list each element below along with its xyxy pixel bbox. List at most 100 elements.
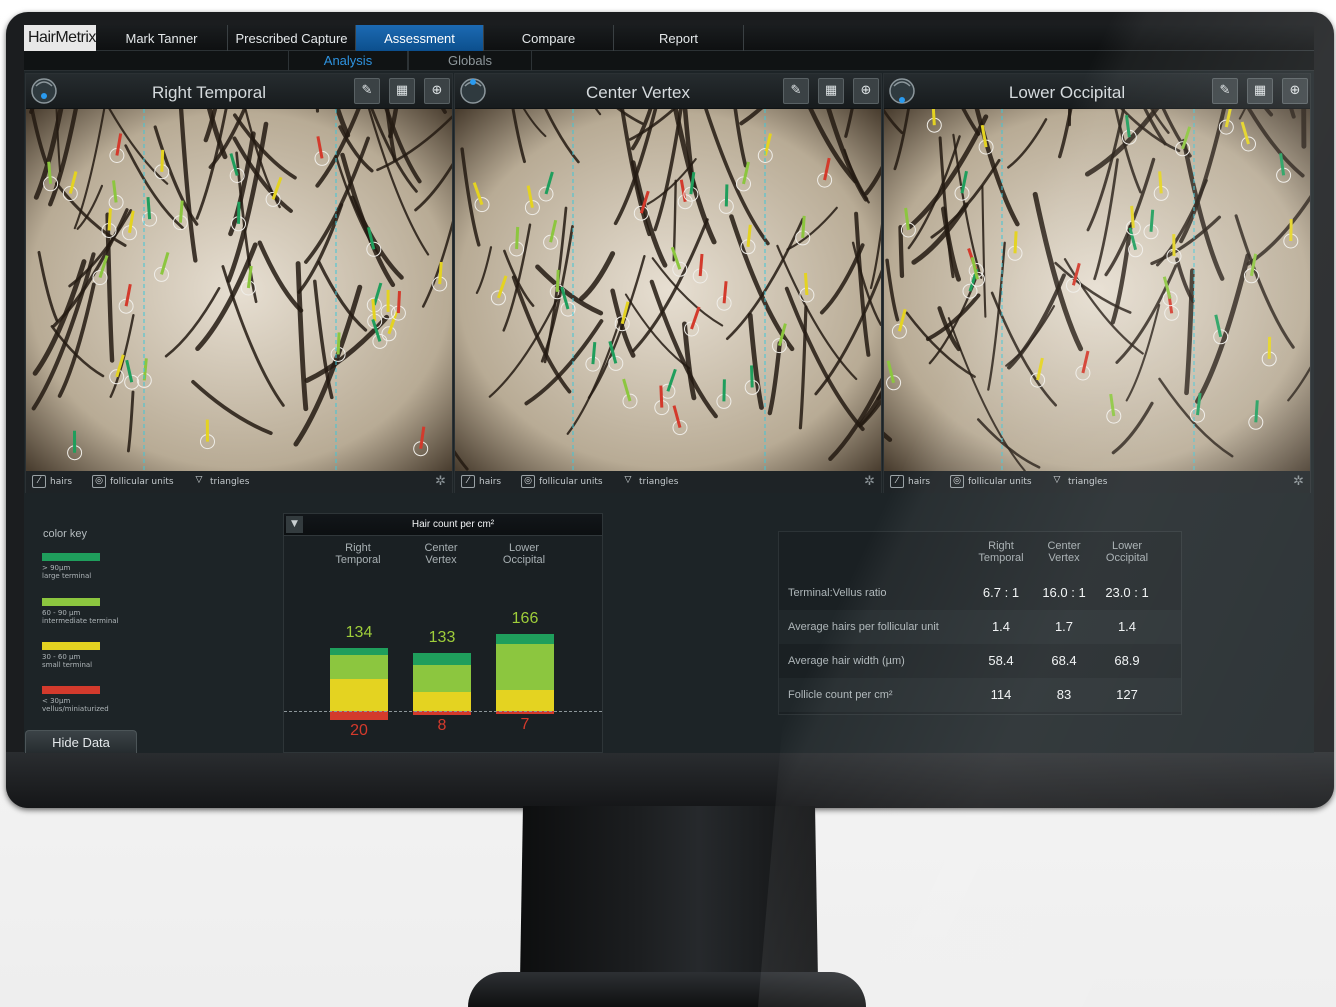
color-key-range: < 30µm bbox=[42, 697, 71, 705]
follicular-units-toggle[interactable]: ◎ follicular units bbox=[92, 471, 174, 493]
color-key-item: 30 - 60 µm small terminal bbox=[42, 642, 162, 669]
color-key-item: 60 - 90 µm intermediate terminal bbox=[42, 598, 162, 625]
table-cell: 68.4 bbox=[1051, 653, 1077, 668]
head-region-icon[interactable] bbox=[459, 76, 487, 106]
sub-nav: Analysis Globals bbox=[24, 51, 1314, 71]
edit-icon[interactable]: ✎ bbox=[1212, 78, 1238, 104]
bar-segment bbox=[413, 691, 471, 711]
panel-toolbar: ⁄ hairs ◎ follicular units ▽ triangles ✲ bbox=[455, 471, 881, 493]
scalp-image[interactable] bbox=[884, 109, 1310, 471]
panel-header: Lower Occipital ✎ ▦ ⊕ bbox=[884, 74, 1310, 108]
color-key-range: 30 - 60 µm bbox=[42, 653, 81, 661]
triangles-toggle[interactable]: ▽ triangles bbox=[1050, 471, 1108, 493]
head-region-icon[interactable] bbox=[888, 76, 916, 106]
column-header: Right Temporal bbox=[978, 540, 1024, 564]
table-cell: 23.0 : 1 bbox=[1105, 585, 1149, 600]
panel-header: Center Vertex ✎ ▦ ⊕ bbox=[455, 74, 881, 108]
table-cell: 127 bbox=[1116, 687, 1138, 702]
panel-header: Right Temporal ✎ ▦ ⊕ bbox=[26, 74, 452, 108]
add-icon[interactable]: ⊕ bbox=[424, 78, 450, 104]
color-key-desc: vellus/miniaturized bbox=[42, 705, 109, 713]
column-header: Center Vertex bbox=[424, 542, 458, 566]
panel-toolbar: ⁄ hairs ◎ follicular units ▽ triangles ✲ bbox=[884, 471, 1310, 493]
image-panel: Right Temporal ✎ ▦ ⊕ ⁄ hairs ◎ follicular un… bbox=[25, 73, 453, 493]
count-total: 173 bbox=[485, 752, 565, 753]
bar-segment bbox=[330, 647, 388, 656]
triangles-icon: ▽ bbox=[624, 475, 632, 485]
follicular-units-icon: ◎ bbox=[950, 475, 964, 488]
table-cell: 83 bbox=[1056, 687, 1072, 702]
triangles-toggle[interactable]: ▽ triangles bbox=[621, 471, 679, 493]
bar-segment bbox=[496, 633, 554, 644]
monitor-stand bbox=[520, 806, 818, 981]
color-key-title: color key bbox=[43, 528, 88, 540]
column-header: Lower Occipital bbox=[502, 542, 546, 566]
table-row: Terminal:Vellus ratio 6.7 : 1 16.0 : 1 2… bbox=[779, 576, 1181, 610]
scalp-image[interactable] bbox=[455, 109, 881, 471]
head-region-icon[interactable] bbox=[30, 76, 58, 106]
hairs-toggle[interactable]: ⁄ hairs bbox=[890, 471, 930, 493]
follicular-units-icon: ◎ bbox=[521, 475, 535, 488]
color-swatch bbox=[42, 642, 100, 650]
row-label: Terminal:Vellus ratio bbox=[788, 587, 887, 599]
triangles-toggle[interactable]: ▽ triangles bbox=[192, 471, 250, 493]
triangles-icon: ▽ bbox=[1053, 475, 1061, 485]
hairs-toggle[interactable]: ⁄ hairs bbox=[32, 471, 72, 493]
settings-gear-icon[interactable]: ✲ bbox=[1293, 471, 1304, 493]
bar-segment bbox=[496, 690, 554, 711]
grid-icon[interactable]: ▦ bbox=[818, 78, 844, 104]
settings-gear-icon[interactable]: ✲ bbox=[435, 471, 446, 493]
top-nav: HairMetrix Mark Tanner Prescribed Captur… bbox=[24, 25, 1314, 51]
tab-assessment[interactable]: Assessment bbox=[356, 25, 484, 51]
row-label: Follicle count per cm² bbox=[788, 689, 893, 701]
add-icon[interactable]: ⊕ bbox=[1282, 78, 1308, 104]
hairs-toggle[interactable]: ⁄ hairs bbox=[461, 471, 501, 493]
triangles-icon: ▽ bbox=[195, 475, 203, 485]
subtab-globals[interactable]: Globals bbox=[408, 51, 532, 71]
subtab-analysis[interactable]: Analysis bbox=[288, 51, 408, 71]
count-below: 7 bbox=[520, 716, 530, 734]
count-below: 8 bbox=[437, 717, 447, 735]
edit-icon[interactable]: ✎ bbox=[783, 78, 809, 104]
bar-segment bbox=[330, 711, 388, 721]
monitor-base bbox=[468, 972, 866, 1007]
grid-icon[interactable]: ▦ bbox=[1247, 78, 1273, 104]
table-cell: 6.7 : 1 bbox=[982, 585, 1020, 600]
bar-segment bbox=[413, 652, 471, 665]
scalp-image[interactable] bbox=[26, 109, 452, 471]
settings-gear-icon[interactable]: ✲ bbox=[864, 471, 875, 493]
count-above: 134 bbox=[345, 623, 373, 641]
follicular-units-toggle[interactable]: ◎ follicular units bbox=[521, 471, 603, 493]
hairs-icon: ⁄ bbox=[32, 475, 46, 488]
stats-table: Right Temporal Center Vertex Lower Occipita… bbox=[778, 531, 1182, 715]
triangle-down-icon[interactable]: ▼ bbox=[286, 516, 303, 533]
grid-icon[interactable]: ▦ bbox=[389, 78, 415, 104]
hair-count-header: ▼ Hair count per cm² bbox=[284, 514, 602, 536]
bar-segment bbox=[496, 643, 554, 691]
color-key-desc: small terminal bbox=[42, 661, 93, 669]
follicular-units-icon: ◎ bbox=[92, 475, 106, 488]
edit-icon[interactable]: ✎ bbox=[354, 78, 380, 104]
table-cell: 68.9 bbox=[1114, 653, 1140, 668]
app-logo: HairMetrix bbox=[24, 25, 96, 51]
bar-segment bbox=[330, 678, 388, 711]
tab-report[interactable]: Report bbox=[614, 25, 744, 51]
color-key-item: > 90µm large terminal bbox=[42, 553, 162, 580]
image-panel: Center Vertex ✎ ▦ ⊕ ⁄ hairs ◎ follicular uni… bbox=[454, 73, 882, 493]
column-header: Right Temporal bbox=[335, 542, 381, 566]
table-cell: 1.7 bbox=[1054, 619, 1074, 634]
bar-segment bbox=[330, 655, 388, 679]
row-label: Average hair width (µm) bbox=[788, 655, 905, 667]
hide-data-button[interactable]: Hide Data bbox=[25, 730, 137, 753]
hair-count-chart: ▼ Hair count per cm² Right Temporal Cente… bbox=[283, 513, 603, 753]
count-above: 166 bbox=[511, 609, 539, 627]
follicular-units-toggle[interactable]: ◎ follicular units bbox=[950, 471, 1032, 493]
tab-compare[interactable]: Compare bbox=[484, 25, 614, 51]
tab-patient[interactable]: Mark Tanner bbox=[96, 25, 228, 51]
table-cell: 16.0 : 1 bbox=[1042, 585, 1086, 600]
tab-prescribed-capture[interactable]: Prescribed Capture bbox=[228, 25, 356, 51]
add-icon[interactable]: ⊕ bbox=[853, 78, 879, 104]
baseline bbox=[284, 711, 602, 712]
count-above: 133 bbox=[428, 628, 456, 646]
image-panel: Lower Occipital ✎ ▦ ⊕ ⁄ hairs ◎ follicular u… bbox=[883, 73, 1311, 493]
